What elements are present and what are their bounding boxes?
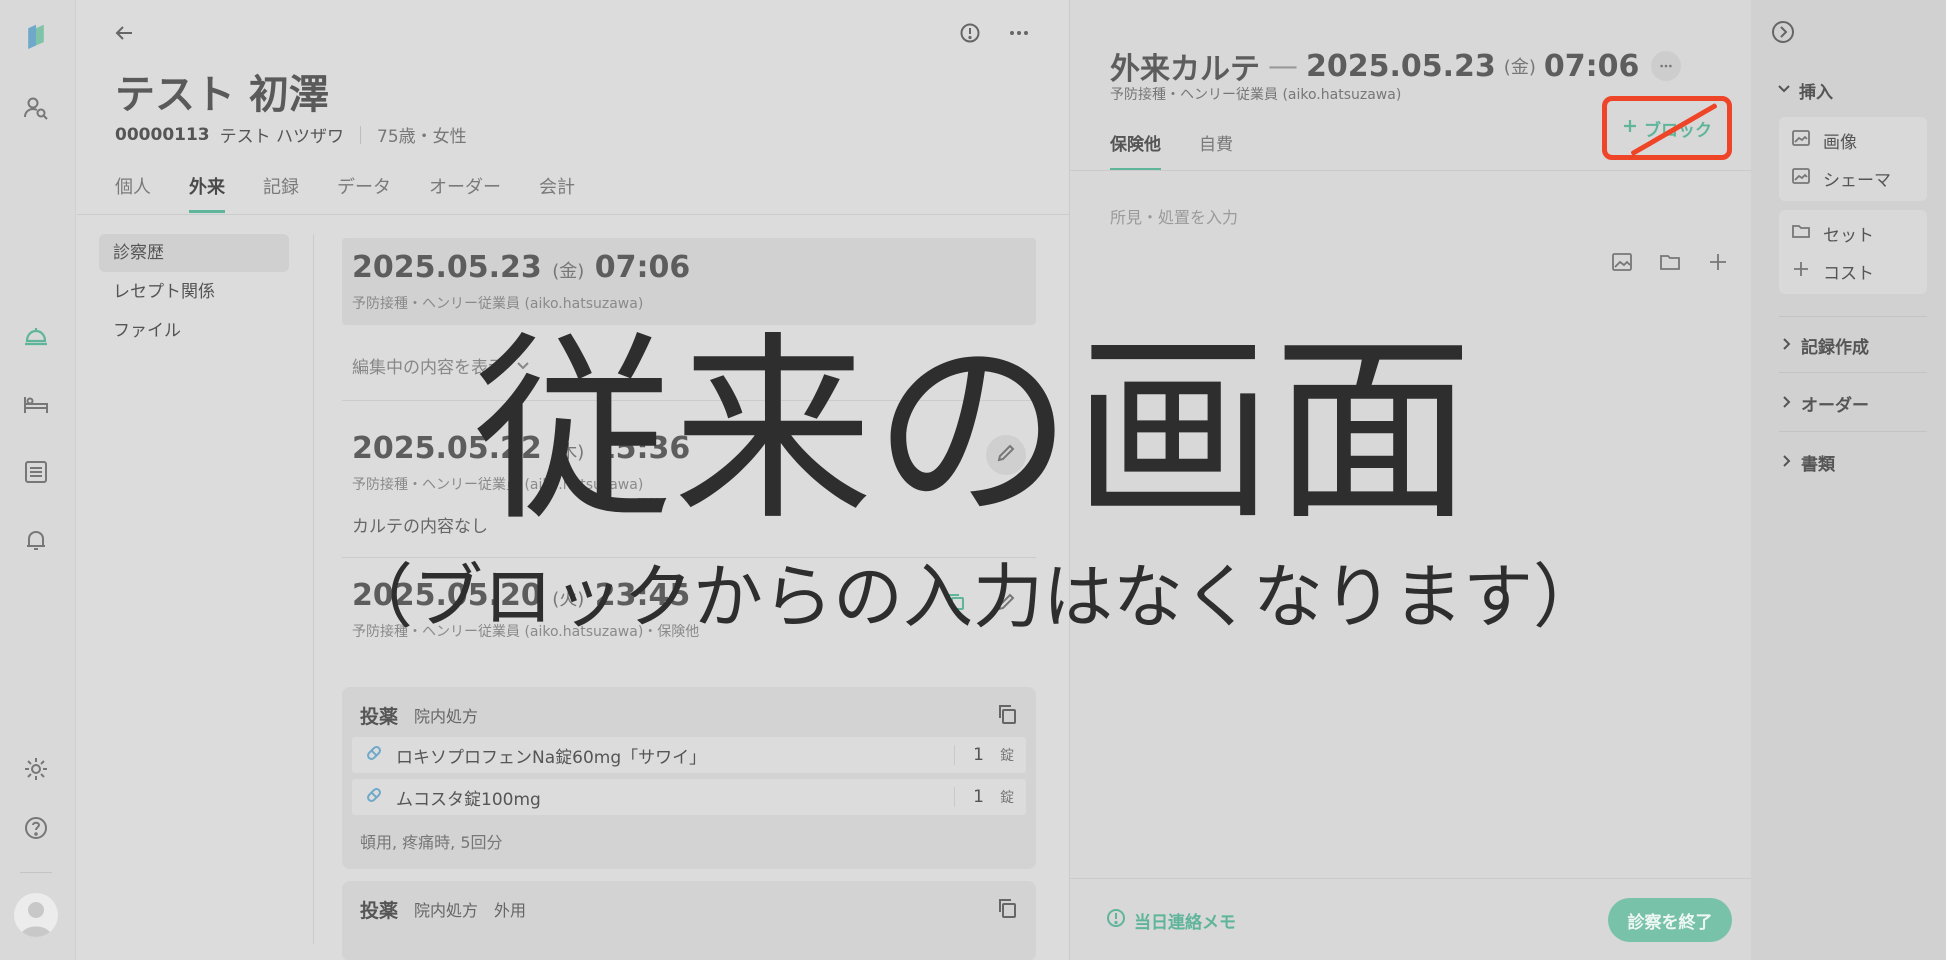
daily-memo-label: 当日連絡メモ bbox=[1134, 913, 1236, 933]
karte-title: 外来カルテ — 2025.05.23 (金) 07:06 bbox=[1110, 44, 1682, 88]
medication-card: 投薬 院内処方 外用 bbox=[342, 881, 1036, 960]
tab-data[interactable]: データ bbox=[337, 173, 391, 213]
daily-memo-button[interactable]: 当日連絡メモ bbox=[1106, 908, 1236, 933]
insert-schema-label: シェーマ bbox=[1823, 170, 1891, 191]
insert-image-item[interactable]: 画像 bbox=[1779, 121, 1927, 159]
tab-divider bbox=[77, 214, 1069, 215]
panel-divider bbox=[1779, 316, 1927, 317]
tab-orders[interactable]: オーダー bbox=[429, 173, 501, 213]
insert-cost-item[interactable]: コスト bbox=[1779, 252, 1927, 290]
medication-category: 投薬 bbox=[360, 899, 399, 922]
pill-icon bbox=[364, 743, 384, 768]
karte-footer-divider bbox=[1070, 878, 1752, 879]
insert-media-group: 画像 シェーマ bbox=[1779, 117, 1927, 201]
insert-title: 挿入 bbox=[1799, 83, 1833, 103]
visit-time: 07:06 bbox=[594, 250, 691, 285]
visit-meta: 予防接種・ヘンリー従業員 (aiko.hatsuzawa) bbox=[352, 296, 644, 312]
tab-billing[interactable]: 会計 bbox=[539, 173, 575, 213]
patient-kana: テスト ハツザワ bbox=[219, 127, 345, 147]
overlay-title: 従来の画面 bbox=[472, 315, 1473, 548]
subnav-receipt[interactable]: レセプト関係 bbox=[99, 273, 289, 311]
image-icon bbox=[1791, 166, 1811, 191]
medication-unit: 錠 bbox=[1000, 748, 1014, 764]
add-block-button[interactable]: ブロック bbox=[1602, 96, 1732, 160]
insert-image-label: 画像 bbox=[1823, 132, 1857, 153]
copy-icon[interactable] bbox=[996, 897, 1018, 923]
medication-usage: 頓用, 疼痛時, 5回分 bbox=[360, 833, 503, 852]
image-icon bbox=[1791, 128, 1811, 153]
app-logo[interactable] bbox=[22, 22, 50, 50]
insert-schema-item[interactable]: シェーマ bbox=[1779, 159, 1927, 197]
medication-qty: 1 bbox=[954, 745, 984, 765]
patient-tabs: 個人 外来 記録 データ オーダー 会計 bbox=[115, 173, 575, 213]
patient-age-sex: 75歳・女性 bbox=[377, 127, 467, 147]
plus-icon bbox=[1622, 118, 1638, 139]
tab-insurance[interactable]: 保険他 bbox=[1110, 130, 1161, 171]
prescription-type: 院内処方 bbox=[414, 901, 479, 920]
folder-icon[interactable] bbox=[1658, 250, 1682, 278]
medication-card-header: 投薬 院内処方 外用 bbox=[352, 893, 1026, 925]
settings-gear-icon[interactable] bbox=[22, 755, 50, 783]
visit-current[interactable]: 2025.05.23 (金) 07:06 予防接種・ヘンリー従業員 (aiko.… bbox=[342, 238, 1036, 325]
insert-set-item[interactable]: セット bbox=[1779, 214, 1927, 252]
karte-date: 2025.05.23 bbox=[1306, 48, 1496, 84]
medication-qty: 1 bbox=[954, 787, 984, 807]
back-arrow-icon[interactable] bbox=[109, 18, 139, 48]
medication-name: ロキソプロフェンNa錠60mg「サワイ」 bbox=[396, 747, 707, 768]
folder-icon bbox=[1791, 221, 1811, 246]
patient-search-icon[interactable] bbox=[22, 94, 50, 122]
info-separator bbox=[360, 125, 362, 144]
alert-icon bbox=[1106, 908, 1126, 933]
patient-name: テスト 初澤 bbox=[115, 72, 329, 118]
pill-icon bbox=[364, 785, 384, 810]
subnav-visit-history[interactable]: 診察歴 bbox=[99, 234, 289, 272]
medication-row[interactable]: ムコスタ錠100mg 1 錠 bbox=[352, 779, 1026, 815]
tab-records[interactable]: 記録 bbox=[263, 173, 299, 213]
patient-info: 00000113 テスト ハツザワ 75歳・女性 bbox=[115, 122, 467, 148]
visit-date: 2025.05.23 (金) 07:06 bbox=[352, 250, 1026, 285]
copy-icon[interactable] bbox=[996, 703, 1018, 729]
plus-icon bbox=[1791, 259, 1811, 284]
help-icon[interactable] bbox=[22, 814, 50, 842]
findings-input[interactable]: 所見・処置を入力 bbox=[1110, 204, 1238, 228]
medication-row[interactable]: ロキソプロフェンNa錠60mg「サワイ」 1 錠 bbox=[352, 737, 1026, 773]
prescription-type: 院内処方 bbox=[414, 707, 479, 726]
more-menu-icon[interactable] bbox=[1004, 18, 1034, 48]
overlay-subtitle: （ブロックからの入力はなくなります） bbox=[343, 556, 1603, 638]
karte-dow: (金) bbox=[1503, 57, 1536, 78]
karte-time: 07:06 bbox=[1543, 48, 1640, 84]
visit-date-value: 2025.05.23 bbox=[352, 250, 542, 285]
karte-tab-divider bbox=[1070, 170, 1752, 171]
medication-name: ムコスタ錠100mg bbox=[396, 789, 541, 810]
visit-dow: (金) bbox=[552, 261, 585, 282]
medication-category: 投薬 bbox=[360, 705, 399, 728]
medication-unit: 錠 bbox=[1000, 790, 1014, 806]
prescription-extra: 外用 bbox=[494, 901, 527, 920]
tab-outpatient[interactable]: 外来 bbox=[189, 173, 225, 213]
insert-set-group: セット コスト bbox=[1779, 210, 1927, 294]
insert-cost-label: コスト bbox=[1823, 263, 1874, 284]
collapse-panel-icon[interactable] bbox=[1771, 20, 1795, 48]
medication-card-header: 投薬 院内処方 bbox=[352, 699, 1026, 731]
tab-personal[interactable]: 個人 bbox=[115, 173, 151, 213]
plus-icon[interactable] bbox=[1706, 250, 1730, 278]
insert-set-label: セット bbox=[1823, 225, 1874, 246]
tab-self-pay[interactable]: 自費 bbox=[1199, 130, 1233, 171]
insert-section-header[interactable]: 挿入 bbox=[1777, 78, 1833, 103]
title-dash: — bbox=[1268, 48, 1298, 84]
alert-icon[interactable] bbox=[955, 18, 985, 48]
medication-card: 投薬 院内処方 ロキソプロフェンNa錠60mg「サワイ」 1 錠 ムコスタ錠10… bbox=[342, 687, 1036, 869]
user-avatar[interactable] bbox=[14, 893, 58, 937]
karte-title-label: 外来カルテ bbox=[1110, 52, 1260, 87]
patient-id: 00000113 bbox=[115, 124, 210, 145]
rail-divider bbox=[20, 872, 52, 873]
finish-visit-button[interactable]: 診察を終了 bbox=[1608, 898, 1732, 942]
karte-tabs: 保険他 自費 bbox=[1110, 130, 1233, 171]
chevron-down-icon bbox=[1777, 81, 1791, 101]
karte-toolbar bbox=[1610, 250, 1730, 278]
karte-more-icon[interactable] bbox=[1651, 51, 1682, 81]
karte-meta: 予防接種・ヘンリー従業員 (aiko.hatsuzawa) bbox=[1110, 87, 1402, 103]
image-icon[interactable] bbox=[1610, 250, 1634, 278]
